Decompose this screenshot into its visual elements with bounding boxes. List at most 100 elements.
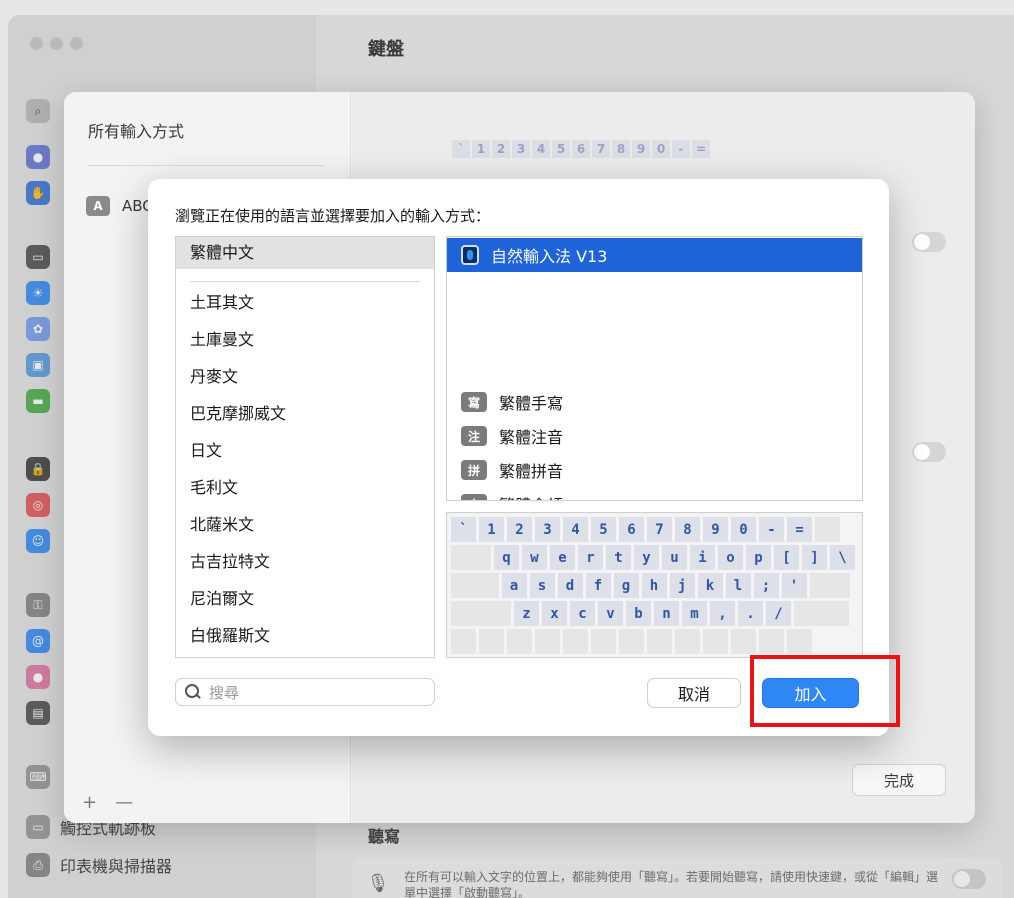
search-placeholder: 搜尋 [209,683,240,702]
language-search-field[interactable]: 搜尋 [175,678,435,706]
keyboard-key: 7 [647,517,672,542]
keyboard-key: 0 [731,517,756,542]
keyboard-modifier-key [675,629,700,654]
keyboard-modifier-key [787,629,812,654]
zhuyin-badge-icon: 注 [461,426,487,446]
input-method-item[interactable]: 倉 繁體倉頡 [447,487,862,500]
keyboard-key: 8 [675,517,700,542]
remove-source-button[interactable]: — [115,792,133,813]
keyboard-modifier-key [647,629,672,654]
keyboard-key: d [557,573,583,598]
keyboard-key: h [641,573,667,598]
input-method-item[interactable]: 寫 繁體手寫 [447,385,862,419]
keyboard-key: g [613,573,639,598]
keyboard-modifier-key [619,629,644,654]
keyboard-modifier-key [731,629,756,654]
keyboard-key: v [598,601,623,626]
input-method-label: 繁體倉頡 [499,492,563,500]
keyboard-key: ] [802,545,827,570]
language-item[interactable]: 尼泊爾文 [176,583,434,615]
input-method-item[interactable]: 拼 繁體拼音 [447,453,862,487]
keyboard-key: 8 [612,140,630,158]
keyboard-key: i [690,545,715,570]
keyboard-key: 2 [492,140,510,158]
keyboard-key: 1 [479,517,504,542]
keyboard-modifier-key [794,601,849,626]
language-item[interactable]: 丹麥文 [176,361,434,393]
keyboard-key: u [662,545,687,570]
input-method-list[interactable]: 自然輸入法 V13 寫 繁體手寫 注 繁體注音 拼 繁體拼音 倉 繁體倉頡 [446,236,863,501]
keyboard-modifier-key [479,629,504,654]
keyboard-key: = [787,517,812,542]
keyboard-key: - [759,517,784,542]
keyboard-key: j [669,573,695,598]
natural-ime-icon [461,245,479,265]
keyboard-key: [ [774,545,799,570]
keyboard-modifier-key [591,629,616,654]
keyboard-key: 4 [563,517,588,542]
keyboard-key: ` [451,517,476,542]
input-method-label: 繁體手寫 [499,394,564,413]
language-item[interactable]: 土耳其文 [176,287,434,319]
abc-badge-icon: A [86,196,110,216]
keyboard-key: 3 [535,517,560,542]
add-source-button[interactable]: + [82,792,97,813]
keyboard-row [451,629,858,654]
cangjie-badge-icon: 倉 [461,494,487,500]
keyboard-modifier-key [815,517,840,542]
keyboard-row: z x c v b n m,. / [451,601,858,626]
keyboard-key: x [542,601,567,626]
keyboard-key: f [585,573,611,598]
keyboard-key: 5 [552,140,570,158]
keyboard-key: e [550,545,575,570]
input-method-label: 自然輸入法 V13 [491,247,608,266]
keyboard-key: ; [753,573,779,598]
language-item[interactable]: 巴克摩挪威文 [176,398,434,430]
language-item[interactable]: 土庫曼文 [176,324,434,356]
keyboard-key: l [725,573,751,598]
keyboard-key: 1 [472,140,490,158]
keyboard-key: w [522,545,547,570]
handwriting-badge-icon: 寫 [461,392,487,412]
language-item[interactable]: 毛利文 [176,472,434,504]
option-toggle[interactable] [912,232,946,252]
done-button[interactable]: 完成 [852,764,946,796]
keyboard-modifier-key [563,629,588,654]
keyboard-key: y [634,545,659,570]
language-item-selected[interactable]: 繁體中文 [176,237,434,269]
input-source-item[interactable]: A ABC [86,196,153,216]
list-controls: + — [82,792,133,813]
input-sources-title: 所有輸入方式 [88,122,185,141]
cancel-button[interactable]: 取消 [647,678,741,708]
keyboard-key: 9 [703,517,728,542]
keyboard-key: . [738,601,763,626]
option-toggle[interactable] [912,442,946,462]
keyboard-key: - [672,140,690,158]
keyboard-key: c [570,601,595,626]
language-list[interactable]: 繁體中文 土耳其文 土庫曼文 丹麥文 巴克摩挪威文 日文 毛利文 北薩米文 古吉… [175,236,435,658]
language-item[interactable]: 古吉拉特文 [176,546,434,578]
language-item[interactable]: 白俄羅斯文 [176,620,434,652]
keyboard-key: = [692,140,710,158]
language-item[interactable]: 北薩米文 [176,509,434,541]
input-method-item-selected[interactable]: 自然輸入法 V13 [447,238,862,272]
keyboard-key: a [501,573,527,598]
keyboard-modifier-key [507,629,532,654]
add-button[interactable]: 加入 [762,678,859,708]
input-method-label: 繁體注音 [499,428,564,447]
language-item[interactable]: 日文 [176,435,434,467]
keyboard-key: m [682,601,707,626]
keyboard-key: 5 [591,517,616,542]
keyboard-key: 6 [619,517,644,542]
divider [190,281,420,282]
keyboard-modifier-key [451,601,511,626]
keyboard-key: z [514,601,539,626]
add-input-source-dialog: 瀏覽正在使用的語言並選擇要加入的輸入方式： 繁體中文 土耳其文 土庫曼文 丹麥文… [148,179,889,736]
dialog-title: 瀏覽正在使用的語言並選擇要加入的輸入方式： [175,207,491,225]
keyboard-modifier-key [451,629,476,654]
keyboard-row: a s d f g h j k l; ' [451,573,858,598]
keyboard-key: ' [781,573,807,598]
input-method-item[interactable]: 注 繁體注音 [447,419,862,453]
keyboard-key: 4 [532,140,550,158]
keyboard-key: \ [830,545,855,570]
